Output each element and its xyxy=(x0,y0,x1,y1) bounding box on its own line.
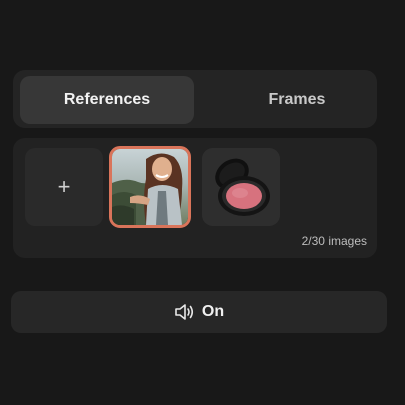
portrait-photo-icon xyxy=(112,149,188,225)
reference-thumbnail-portrait[interactable] xyxy=(109,146,191,228)
speaker-icon xyxy=(175,304,193,320)
references-panel: + 2/30 images xyxy=(13,138,377,258)
page: References Frames + 2/30 images On xyxy=(0,0,405,405)
add-reference-button[interactable]: + xyxy=(25,148,103,226)
sound-toggle-button[interactable]: On xyxy=(11,291,387,333)
tab-references[interactable]: References xyxy=(20,76,194,124)
reference-thumbnail-compact[interactable] xyxy=(202,148,280,226)
image-count: 2/30 images xyxy=(301,234,367,248)
blush-compact-icon xyxy=(202,148,280,226)
sound-label: On xyxy=(201,303,225,320)
tab-frames[interactable]: Frames xyxy=(210,76,384,124)
tab-bar: References Frames xyxy=(13,70,377,128)
